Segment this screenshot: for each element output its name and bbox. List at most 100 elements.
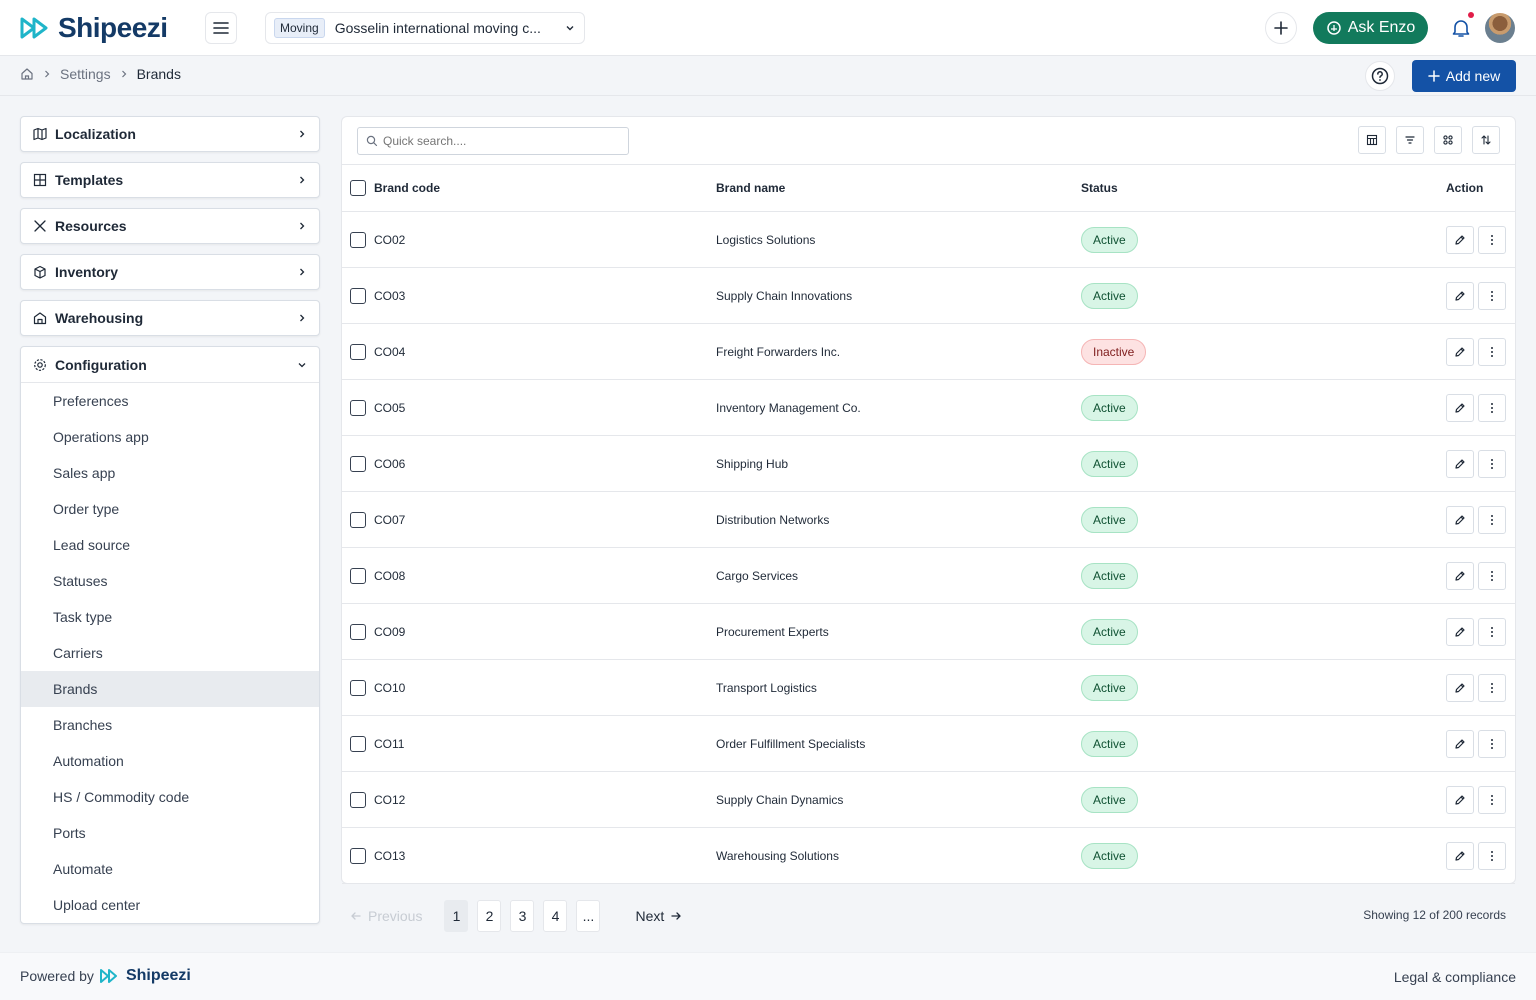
next-page-button[interactable]: Next	[635, 908, 682, 924]
columns-button[interactable]	[1358, 126, 1386, 154]
page-button-4[interactable]: 4	[543, 900, 568, 932]
ask-enzo-button[interactable]: Ask Enzo	[1313, 12, 1428, 44]
status-badge: Active	[1081, 786, 1138, 813]
sidebar-item-automation[interactable]: Automation	[21, 743, 319, 779]
column-header-brand-code[interactable]: Brand code	[374, 181, 440, 195]
sidebar-item-statuses[interactable]: Statuses	[21, 563, 319, 599]
column-header-status[interactable]: Status	[1081, 165, 1118, 211]
menu-button[interactable]	[205, 12, 237, 44]
more-actions-button[interactable]	[1478, 505, 1506, 534]
page-ellipsis[interactable]: ...	[576, 900, 601, 932]
edit-button[interactable]	[1446, 225, 1474, 254]
row-checkbox[interactable]	[350, 847, 366, 864]
company-selector[interactable]: Moving Gosselin international moving c..…	[265, 12, 585, 44]
row-checkbox[interactable]	[350, 679, 366, 696]
page-button-2[interactable]: 2	[477, 900, 502, 932]
row-checkbox[interactable]	[350, 343, 366, 360]
sidebar-item-operations-app[interactable]: Operations app	[21, 419, 319, 455]
edit-button[interactable]	[1446, 505, 1474, 534]
row-checkbox[interactable]	[350, 791, 366, 808]
user-avatar[interactable]	[1485, 13, 1515, 43]
more-actions-button[interactable]	[1478, 729, 1506, 758]
more-actions-button[interactable]	[1478, 337, 1506, 366]
grid-view-button[interactable]	[1434, 126, 1462, 154]
edit-button[interactable]	[1446, 337, 1474, 366]
edit-button[interactable]	[1446, 729, 1474, 758]
search-icon	[366, 135, 378, 147]
legal-link[interactable]: Legal & compliance	[1394, 969, 1516, 985]
row-checkbox[interactable]	[350, 511, 366, 528]
more-vertical-icon	[1490, 402, 1494, 414]
edit-button[interactable]	[1446, 841, 1474, 870]
sidebar-item-brands[interactable]: Brands	[21, 671, 319, 707]
app-logo[interactable]: Shipeezi	[20, 12, 168, 44]
help-button[interactable]	[1365, 61, 1395, 91]
row-checkbox[interactable]	[350, 455, 366, 472]
add-new-button[interactable]: Add new	[1412, 60, 1516, 92]
row-checkbox[interactable]	[350, 399, 366, 416]
sidebar-item-upload-center[interactable]: Upload center	[21, 887, 319, 923]
row-checkbox[interactable]	[350, 567, 366, 584]
sidebar-section-inventory[interactable]: Inventory	[20, 254, 320, 290]
edit-button[interactable]	[1446, 561, 1474, 590]
sidebar-item-ports[interactable]: Ports	[21, 815, 319, 851]
edit-button[interactable]	[1446, 617, 1474, 646]
more-actions-button[interactable]	[1478, 617, 1506, 646]
more-vertical-icon	[1490, 682, 1494, 694]
breadcrumb-settings[interactable]: Settings	[60, 66, 111, 82]
previous-page-button[interactable]: Previous	[350, 908, 422, 924]
sidebar-section-resources[interactable]: Resources	[20, 208, 320, 244]
configuration-header[interactable]: Configuration	[21, 347, 319, 383]
home-icon[interactable]	[20, 67, 34, 81]
more-actions-button[interactable]	[1478, 225, 1506, 254]
more-actions-button[interactable]	[1478, 785, 1506, 814]
row-checkbox[interactable]	[350, 287, 366, 304]
footer-brand[interactable]: Shipeezi	[126, 967, 191, 985]
table-row: CO13 Warehousing Solutions Active	[342, 828, 1515, 884]
pencil-icon	[1454, 514, 1466, 526]
sidebar-item-automate[interactable]: Automate	[21, 851, 319, 887]
sort-button[interactable]	[1472, 126, 1500, 154]
sidebar-section-warehousing[interactable]: Warehousing	[20, 300, 320, 336]
action-cell	[1446, 492, 1506, 547]
search-input[interactable]	[383, 134, 623, 148]
row-checkbox[interactable]	[350, 231, 366, 248]
page-button-3[interactable]: 3	[510, 900, 535, 932]
brand-code: CO02	[374, 232, 406, 247]
edit-button[interactable]	[1446, 673, 1474, 702]
table-row: CO06 Shipping Hub Active	[342, 436, 1515, 492]
pencil-icon	[1454, 682, 1466, 694]
sidebar-section-localization[interactable]: Localization	[20, 116, 320, 152]
create-button[interactable]	[1265, 12, 1297, 44]
sidebar-item-lead-source[interactable]: Lead source	[21, 527, 319, 563]
filter-button[interactable]	[1396, 126, 1424, 154]
column-header-brand-name[interactable]: Brand name	[716, 165, 785, 211]
more-actions-button[interactable]	[1478, 561, 1506, 590]
row-checkbox[interactable]	[350, 735, 366, 752]
select-all-checkbox[interactable]	[350, 180, 366, 196]
quick-search[interactable]	[357, 127, 629, 155]
sidebar-section-templates[interactable]: Templates	[20, 162, 320, 198]
more-actions-button[interactable]	[1478, 841, 1506, 870]
edit-button[interactable]	[1446, 281, 1474, 310]
edit-button[interactable]	[1446, 785, 1474, 814]
sidebar-item-preferences[interactable]: Preferences	[21, 383, 319, 419]
sidebar-item-task-type[interactable]: Task type	[21, 599, 319, 635]
row-checkbox[interactable]	[350, 623, 366, 640]
edit-button[interactable]	[1446, 449, 1474, 478]
sidebar-item-carriers[interactable]: Carriers	[21, 635, 319, 671]
more-actions-button[interactable]	[1478, 449, 1506, 478]
more-actions-button[interactable]	[1478, 393, 1506, 422]
notification-dot	[1468, 12, 1474, 18]
more-actions-button[interactable]	[1478, 281, 1506, 310]
notifications-button[interactable]	[1445, 12, 1477, 44]
sidebar-item-hs-commodity-code[interactable]: HS / Commodity code	[21, 779, 319, 815]
brand-code-cell: CO02	[350, 212, 405, 267]
sidebar-item-sales-app[interactable]: Sales app	[21, 455, 319, 491]
page-button-1[interactable]: 1	[444, 900, 469, 932]
edit-button[interactable]	[1446, 393, 1474, 422]
sidebar-item-order-type[interactable]: Order type	[21, 491, 319, 527]
more-actions-button[interactable]	[1478, 673, 1506, 702]
plus-icon	[1274, 21, 1288, 35]
sidebar-item-branches[interactable]: Branches	[21, 707, 319, 743]
